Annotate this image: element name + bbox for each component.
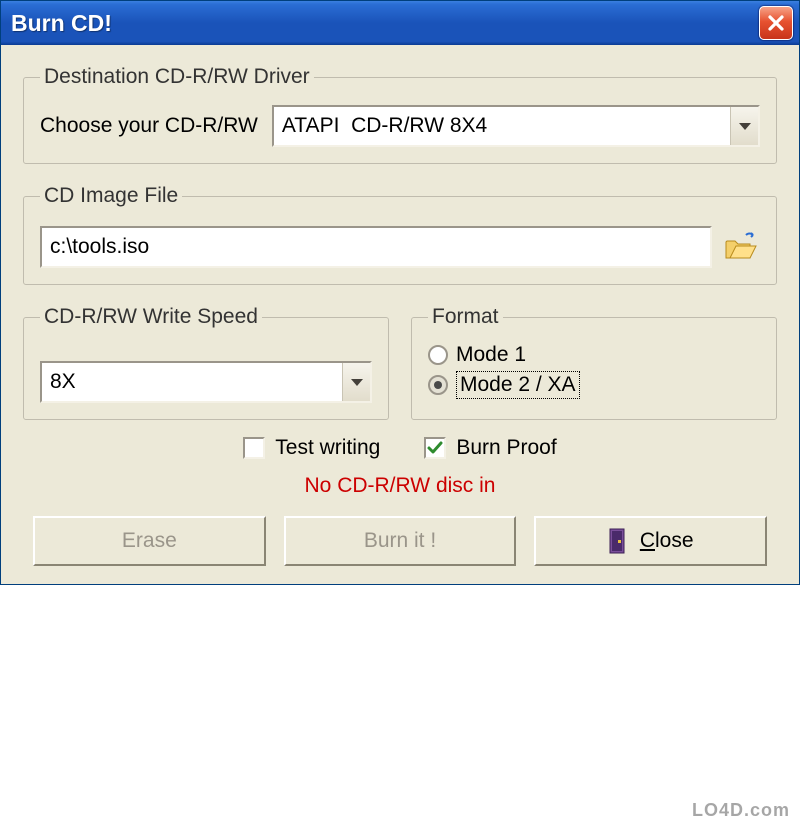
burn-button-label: Burn it ! bbox=[364, 529, 436, 553]
window-title: Burn CD! bbox=[11, 10, 112, 37]
format-mode2-radio[interactable]: Mode 2 / XA bbox=[428, 371, 760, 399]
test-writing-label: Test writing bbox=[275, 436, 380, 460]
window-close-button[interactable] bbox=[759, 6, 793, 40]
watermark: LO4D.com bbox=[692, 800, 790, 821]
status-text: No CD-R/RW disc in bbox=[23, 474, 777, 498]
checkbox-icon bbox=[424, 437, 446, 459]
close-icon bbox=[767, 14, 785, 32]
driver-choose-label: Choose your CD-R/RW bbox=[40, 114, 258, 138]
format-group: Format Mode 1 Mode 2 / XA bbox=[411, 305, 777, 420]
browse-button[interactable] bbox=[722, 230, 760, 264]
speed-legend: CD-R/RW Write Speed bbox=[40, 305, 262, 329]
burn-proof-label: Burn Proof bbox=[456, 436, 556, 460]
format-legend: Format bbox=[428, 305, 503, 329]
speed-combo-value: 8X bbox=[42, 370, 342, 394]
driver-combo-button[interactable] bbox=[730, 107, 758, 145]
close-button-label: Close bbox=[640, 529, 694, 553]
format-mode1-label: Mode 1 bbox=[456, 343, 526, 367]
door-exit-icon bbox=[608, 527, 630, 555]
speed-group: CD-R/RW Write Speed 8X bbox=[23, 305, 389, 420]
radio-dot-icon bbox=[434, 381, 442, 389]
image-group: CD Image File bbox=[23, 184, 777, 285]
chevron-down-icon bbox=[739, 123, 751, 130]
burn-proof-checkbox[interactable]: Burn Proof bbox=[424, 436, 556, 460]
radio-icon bbox=[428, 345, 448, 365]
driver-group: Destination CD-R/RW Driver Choose your C… bbox=[23, 65, 777, 164]
checkbox-icon bbox=[243, 437, 265, 459]
speed-combo[interactable]: 8X bbox=[40, 361, 372, 403]
format-mode1-radio[interactable]: Mode 1 bbox=[428, 343, 760, 367]
format-mode2-label: Mode 2 / XA bbox=[456, 371, 580, 399]
erase-button-label: Erase bbox=[122, 529, 177, 553]
image-legend: CD Image File bbox=[40, 184, 182, 208]
titlebar: Burn CD! bbox=[1, 1, 799, 45]
speed-combo-button[interactable] bbox=[342, 363, 370, 401]
driver-legend: Destination CD-R/RW Driver bbox=[40, 65, 314, 89]
burn-button[interactable]: Burn it ! bbox=[284, 516, 517, 566]
burn-cd-window: Burn CD! Destination CD-R/RW Driver Choo… bbox=[0, 0, 800, 585]
chevron-down-icon bbox=[351, 379, 363, 386]
radio-icon bbox=[428, 375, 448, 395]
checkmark-icon bbox=[426, 439, 444, 457]
image-path-input[interactable] bbox=[40, 226, 712, 268]
folder-open-icon bbox=[724, 232, 758, 262]
test-writing-checkbox[interactable]: Test writing bbox=[243, 436, 380, 460]
client-area: Destination CD-R/RW Driver Choose your C… bbox=[1, 45, 799, 584]
driver-combo[interactable]: ATAPI CD-R/RW 8X4 bbox=[272, 105, 760, 147]
erase-button[interactable]: Erase bbox=[33, 516, 266, 566]
close-button[interactable]: Close bbox=[534, 516, 767, 566]
driver-combo-value: ATAPI CD-R/RW 8X4 bbox=[274, 114, 730, 138]
